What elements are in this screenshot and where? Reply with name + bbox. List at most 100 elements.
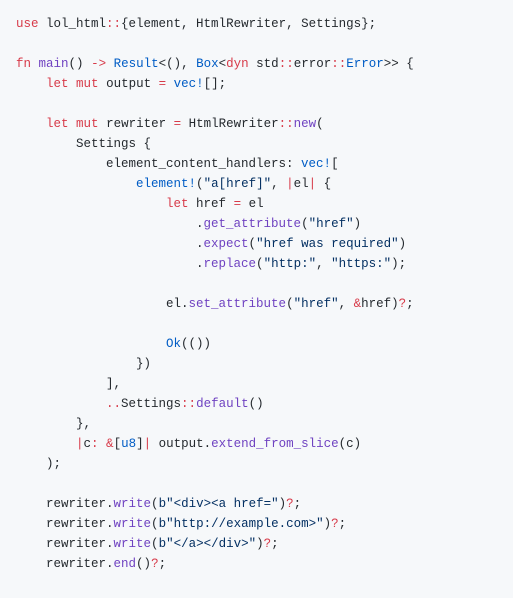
tok: ) bbox=[279, 497, 287, 511]
tok bbox=[69, 117, 77, 131]
tok: = bbox=[234, 197, 242, 211]
tok: ); bbox=[391, 257, 406, 271]
tok bbox=[16, 337, 166, 351]
tok: :: bbox=[181, 397, 196, 411]
tok: () bbox=[136, 557, 151, 571]
tok: c bbox=[84, 437, 92, 451]
tok: ( bbox=[256, 257, 264, 271]
tok: . bbox=[16, 217, 204, 231]
tok: (c) bbox=[339, 437, 362, 451]
tok bbox=[16, 77, 46, 91]
tok: el. bbox=[16, 297, 189, 311]
tok: ( bbox=[151, 497, 159, 511]
tok: write bbox=[114, 497, 152, 511]
tok: | bbox=[76, 437, 84, 451]
tok: <(), bbox=[159, 57, 197, 71]
tok: rewriter. bbox=[16, 557, 114, 571]
tok: ; bbox=[159, 557, 167, 571]
tok: std bbox=[249, 57, 279, 71]
tok: ( bbox=[196, 177, 204, 191]
tok: rewriter. bbox=[16, 537, 114, 551]
tok: ) bbox=[256, 537, 264, 551]
tok: vec! bbox=[301, 157, 331, 171]
tok bbox=[31, 57, 39, 71]
tok: ( bbox=[301, 217, 309, 231]
tok: let bbox=[46, 117, 69, 131]
tok: u8 bbox=[121, 437, 136, 451]
tok: href) bbox=[361, 297, 399, 311]
tok: end bbox=[114, 557, 137, 571]
tok: Ok bbox=[166, 337, 181, 351]
tok bbox=[106, 57, 114, 71]
tok: ) bbox=[354, 217, 362, 231]
tok: use bbox=[16, 17, 39, 31]
tok: Result bbox=[114, 57, 159, 71]
tok: rewriter bbox=[99, 117, 174, 131]
tok: element_content_handlers: bbox=[16, 157, 301, 171]
tok: :: bbox=[106, 17, 121, 31]
tok: ); bbox=[16, 457, 61, 471]
tok: , bbox=[316, 257, 331, 271]
tok: ? bbox=[286, 497, 294, 511]
tok: ; bbox=[271, 537, 279, 551]
tok: default bbox=[196, 397, 249, 411]
tok: () bbox=[249, 397, 264, 411]
tok: Settings { bbox=[16, 137, 151, 151]
tok: new bbox=[294, 117, 317, 131]
tok: ? bbox=[264, 537, 272, 551]
tok: fn bbox=[16, 57, 31, 71]
code-block: use lol_html::{element, HtmlRewriter, Se… bbox=[0, 0, 513, 588]
tok: replace bbox=[204, 257, 257, 271]
tok: ( bbox=[316, 117, 324, 131]
tok: }) bbox=[16, 357, 151, 371]
tok: [ bbox=[114, 437, 122, 451]
tok: "href" bbox=[309, 217, 354, 231]
tok: & bbox=[354, 297, 362, 311]
tok: write bbox=[114, 537, 152, 551]
tok: let bbox=[166, 197, 189, 211]
tok: error bbox=[294, 57, 332, 71]
tok: :: bbox=[279, 117, 294, 131]
tok: b"</a></div>" bbox=[159, 537, 257, 551]
tok: ( bbox=[286, 297, 294, 311]
tok: []; bbox=[204, 77, 227, 91]
tok bbox=[69, 77, 77, 91]
tok: >> { bbox=[384, 57, 414, 71]
tok: main bbox=[39, 57, 69, 71]
tok: .. bbox=[106, 397, 121, 411]
tok: rewriter. bbox=[16, 517, 114, 531]
tok bbox=[16, 437, 76, 451]
tok: output. bbox=[151, 437, 211, 451]
tok: ( bbox=[249, 237, 257, 251]
tok: = bbox=[174, 117, 182, 131]
tok: -> bbox=[91, 57, 106, 71]
tok: : & bbox=[91, 437, 114, 451]
tok: | bbox=[286, 177, 294, 191]
tok: | bbox=[309, 177, 317, 191]
tok: rewriter. bbox=[16, 497, 114, 511]
tok: [ bbox=[331, 157, 339, 171]
tok: el bbox=[294, 177, 309, 191]
tok: { bbox=[316, 177, 331, 191]
tok: dyn bbox=[226, 57, 249, 71]
tok bbox=[16, 397, 106, 411]
tok bbox=[16, 197, 166, 211]
tok: ? bbox=[331, 517, 339, 531]
tok: Error bbox=[346, 57, 384, 71]
tok: . bbox=[16, 237, 204, 251]
tok: "https:" bbox=[331, 257, 391, 271]
tok: expect bbox=[204, 237, 249, 251]
tok: ( bbox=[151, 537, 159, 551]
tok: :: bbox=[331, 57, 346, 71]
tok: el bbox=[241, 197, 264, 211]
tok: ) bbox=[399, 237, 407, 251]
tok: Box bbox=[196, 57, 219, 71]
tok: ] bbox=[136, 437, 144, 451]
tok: () bbox=[69, 57, 92, 71]
tok: "href was required" bbox=[256, 237, 399, 251]
tok: . bbox=[16, 257, 204, 271]
tok: extend_from_slice bbox=[211, 437, 339, 451]
tok: get_attribute bbox=[204, 217, 302, 231]
tok: element! bbox=[136, 177, 196, 191]
tok: (()) bbox=[181, 337, 211, 351]
